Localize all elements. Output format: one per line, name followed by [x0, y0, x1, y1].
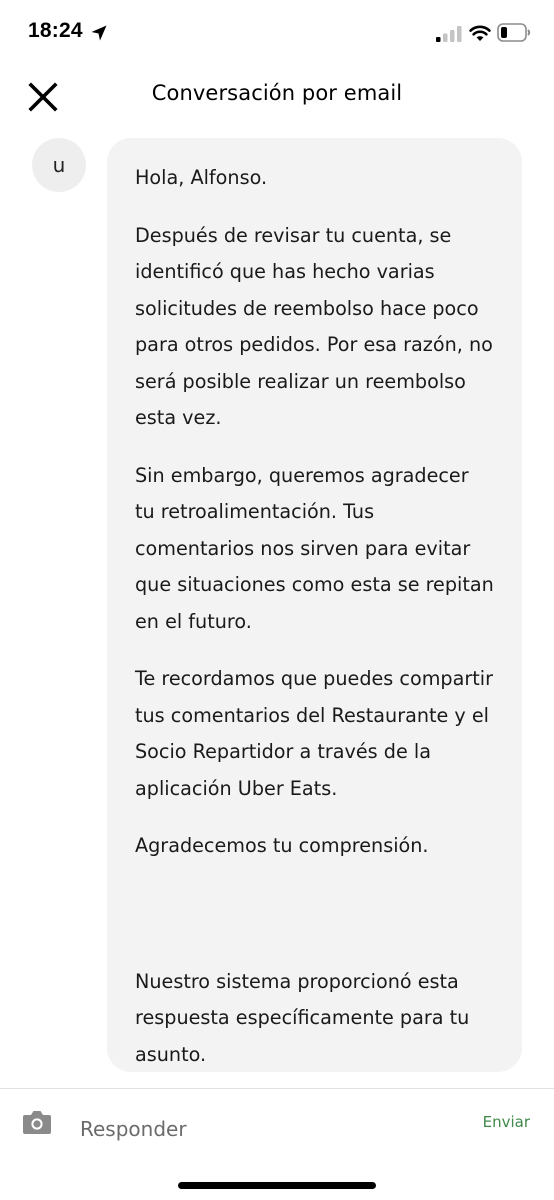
message-paragraph-4: Agradecemos tu comprensión.	[135, 834, 429, 857]
message-bubble: Hola, Alfonso. Después de revisar tu cue…	[107, 138, 522, 1072]
battery-icon	[497, 23, 531, 42]
header: Conversación por email	[0, 64, 554, 128]
message-paragraph-2: Sin embargo, queremos agradecer tu retro…	[135, 463, 494, 633]
message-greeting: Hola, Alfonso.	[135, 166, 268, 189]
cellular-signal-icon	[436, 26, 462, 42]
camera-icon[interactable]	[22, 1109, 52, 1135]
location-arrow-icon	[91, 25, 107, 41]
avatar-initial: u	[52, 153, 66, 177]
message-paragraph-1: Después de revisar tu cuenta, se identif…	[135, 223, 493, 430]
status-bar: 18:24	[0, 0, 554, 64]
page-title: Conversación por email	[151, 81, 403, 105]
status-time: 18:24	[28, 19, 83, 42]
reply-input[interactable]	[80, 1111, 450, 1147]
avatar: u	[32, 138, 86, 192]
message-paragraph-3: Te recordamos que puedes compartir tus c…	[135, 667, 493, 800]
message-footer-note: Nuestro sistema proporcionó esta respues…	[135, 969, 470, 1066]
screen: 18:24 Conversación por email u Hola, Alf…	[0, 0, 554, 1200]
send-button[interactable]: Enviar	[483, 1113, 530, 1131]
home-indicator[interactable]	[178, 1182, 376, 1189]
wifi-icon	[469, 25, 491, 41]
